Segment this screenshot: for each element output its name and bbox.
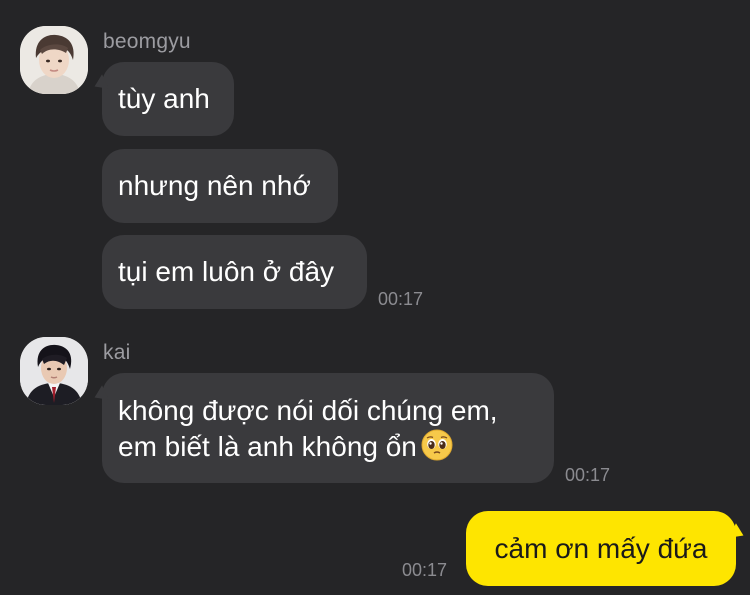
kai-avatar[interactable] bbox=[20, 337, 88, 405]
message-bubble[interactable]: tùy anh bbox=[102, 62, 234, 136]
message-text: nhưng nên nhớ bbox=[118, 170, 311, 201]
sender-name: kai bbox=[103, 341, 131, 364]
message-text: cảm ơn mấy đứa bbox=[494, 532, 708, 564]
message-timestamp: 00:17 bbox=[402, 560, 448, 580]
message-text: em biết là anh không ổn bbox=[118, 431, 417, 462]
message-bubble[interactable]: tụi em luôn ở đây bbox=[102, 235, 367, 309]
beomgyu-avatar-icon bbox=[20, 26, 88, 94]
pleading-face-emoji-icon bbox=[421, 429, 453, 461]
message-text-line: không được nói dối chúng em, bbox=[118, 395, 498, 426]
message-bubble[interactable]: cảm ơn mấy đứa bbox=[466, 511, 736, 586]
beomgyu-avatar[interactable] bbox=[20, 26, 88, 94]
message-bubble[interactable]: nhưng nên nhớ bbox=[102, 149, 338, 223]
message-timestamp: 00:17 bbox=[378, 289, 424, 309]
sender-name: beomgyu bbox=[103, 30, 191, 53]
message-text-line: em biết là anh không ổn bbox=[118, 429, 538, 465]
message-text: tùy anh bbox=[118, 83, 210, 114]
message-bubble[interactable]: không được nói dối chúng em, em biết là … bbox=[102, 373, 554, 483]
message-timestamp: 00:17 bbox=[565, 465, 611, 485]
message-text: tụi em luôn ở đây bbox=[118, 256, 335, 287]
kai-avatar-icon bbox=[20, 337, 88, 405]
